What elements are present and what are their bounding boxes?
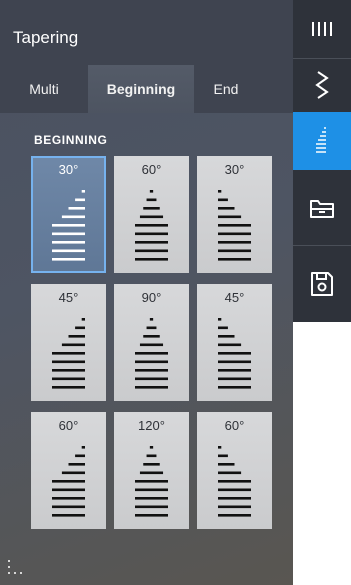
folder-icon (310, 200, 334, 218)
save-icon (311, 272, 333, 296)
section-label: BEGINNING (34, 133, 108, 147)
taper-tile-beginning-60-center[interactable]: 60° (114, 156, 189, 273)
taper-shape-icon (52, 318, 85, 389)
tab-end-label: End (213, 81, 239, 97)
taper-shape-icon (218, 318, 251, 389)
panel-title: Tapering (13, 28, 79, 47)
rail-button-save[interactable] (293, 246, 351, 322)
taper-tile-beginning-30-left[interactable]: 30° (31, 156, 106, 273)
side-rail (293, 0, 351, 322)
rail-button-zigzag[interactable] (293, 59, 351, 110)
rail-button-tapering[interactable] (293, 112, 351, 170)
taper-tile-beginning-30-right[interactable]: 30° (197, 156, 272, 273)
taper-tile-beginning-45-left[interactable]: 45° (31, 284, 106, 401)
tab-multi[interactable]: Multi (0, 65, 88, 113)
taper-tile-beginning-60-left[interactable]: 60° (31, 412, 106, 529)
drag-handle-icon[interactable] (8, 560, 24, 576)
taper-shape-icon (218, 446, 251, 517)
taper-angle-grid: 30° 60° 30° 45° 90° 45° 60° 120° 60° (31, 156, 279, 536)
taper-tile-beginning-60-right[interactable]: 60° (197, 412, 272, 529)
tab-end[interactable]: End (194, 65, 258, 113)
tapering-icon (316, 127, 326, 153)
tab-beginning[interactable]: Beginning (88, 65, 194, 113)
panel-header: Tapering (0, 0, 293, 65)
taper-tile-beginning-45-right[interactable]: 45° (197, 284, 272, 401)
taper-tile-beginning-90-center[interactable]: 90° (114, 284, 189, 401)
tab-bar: Multi Beginning End (0, 65, 293, 113)
taper-shape-icon (135, 446, 168, 517)
tapering-panel: Tapering Multi Beginning End BEGINNING 3… (0, 0, 293, 585)
rail-button-stitch[interactable] (293, 0, 351, 58)
tab-beginning-label: Beginning (106, 81, 176, 97)
tab-multi-label: Multi (29, 81, 59, 97)
taper-shape-icon (135, 190, 168, 261)
taper-shape-icon (52, 446, 85, 517)
stitch-bars-icon (312, 22, 332, 36)
taper-tile-beginning-120-center[interactable]: 120° (114, 412, 189, 529)
rail-button-folder[interactable] (293, 172, 351, 244)
taper-shape-icon (135, 318, 168, 389)
taper-shape-icon (218, 190, 251, 261)
taper-shape-icon (52, 190, 85, 261)
zigzag-stitch-icon (315, 70, 329, 99)
